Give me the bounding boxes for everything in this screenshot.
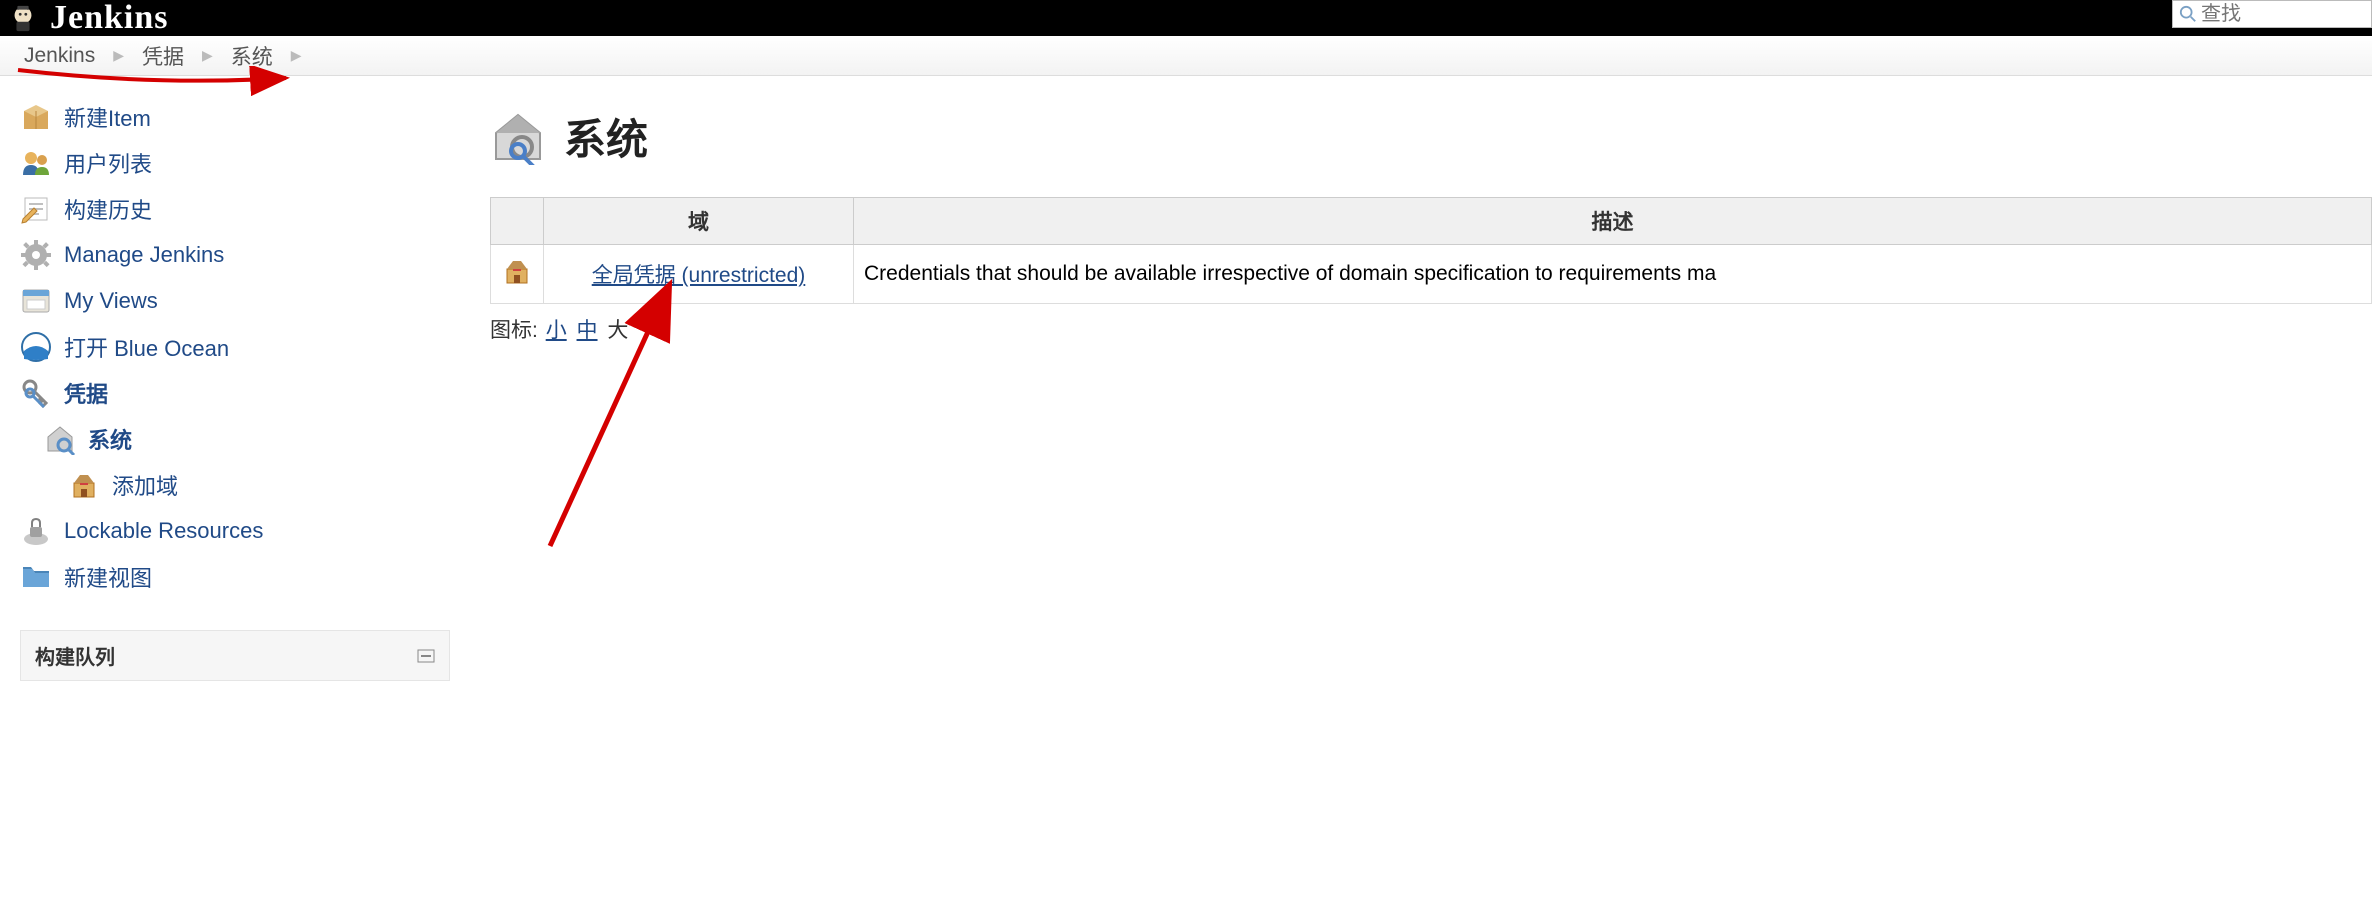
build-queue-header[interactable]: 构建队列 (20, 630, 450, 681)
chevron-right-icon: ▶ (99, 47, 138, 64)
system-icon (44, 423, 76, 455)
col-description: 描述 (854, 198, 2372, 245)
body: 新建Item 用户列表 构建历史 (0, 76, 2372, 681)
icon-size-medium[interactable]: 中 (577, 319, 598, 342)
domain-table: 域 描述 全局凭据 (unrestricted) (490, 197, 2372, 304)
col-domain: 域 (544, 198, 854, 245)
window-icon (20, 285, 52, 317)
sidebar-item-credentials[interactable]: 凭据 (20, 370, 460, 416)
breadcrumb-system[interactable]: 系统 (227, 41, 277, 71)
system-icon (490, 109, 546, 165)
gear-icon (20, 239, 52, 271)
sidebar-item-add-domain[interactable]: 添加域 (20, 462, 460, 508)
breadcrumb: Jenkins ▶ 凭据 ▶ 系统 ▶ (0, 36, 2372, 76)
sidebar-item-build-history[interactable]: 构建历史 (20, 186, 460, 232)
row-icon-cell (491, 245, 544, 304)
chevron-right-icon: ▶ (277, 47, 316, 64)
notepad-icon (20, 193, 52, 225)
sidebar: 新建Item 用户列表 构建历史 (0, 76, 460, 681)
page-title: 系统 (564, 106, 648, 167)
icon-size-small[interactable]: 小 (546, 319, 567, 342)
sidebar-item-lockable[interactable]: Lockable Resources (20, 508, 460, 554)
icon-size-label: 图标: (490, 319, 538, 342)
sidebar-item-label: Manage Jenkins (64, 242, 224, 268)
sidebar-item-system[interactable]: 系统 (20, 416, 460, 462)
sidebar-item-label: 新建Item (64, 101, 151, 133)
col-icon (491, 198, 544, 245)
search-icon (2179, 5, 2197, 23)
main-panel: 系统 域 描述 (460, 76, 2372, 681)
sidebar-item-label: 系统 (88, 423, 132, 455)
sidebar-item-blueocean[interactable]: 打开 Blue Ocean (20, 324, 460, 370)
sidebar-item-manage[interactable]: Manage Jenkins (20, 232, 460, 278)
breadcrumb-credentials[interactable]: 凭据 (138, 41, 188, 71)
sidebar-item-label: Lockable Resources (64, 518, 263, 544)
table-header-row: 域 描述 (491, 198, 2372, 245)
sidebar-item-myviews[interactable]: My Views (20, 278, 460, 324)
sidebar-item-people[interactable]: 用户列表 (20, 140, 460, 186)
sidebar-item-label: 凭据 (64, 377, 108, 409)
search-box[interactable] (2172, 0, 2372, 28)
breadcrumb-jenkins[interactable]: Jenkins (20, 44, 99, 68)
sidebar-item-label: My Views (64, 288, 158, 314)
sidebar-item-new[interactable]: 新建Item (20, 94, 460, 140)
chevron-right-icon: ▶ (188, 47, 227, 64)
collapse-icon (417, 649, 435, 663)
package-icon (20, 101, 52, 133)
keys-icon (20, 377, 52, 409)
domain-icon (501, 255, 533, 287)
top-bar: Jenkins (0, 0, 2372, 36)
build-queue-title: 构建队列 (35, 641, 115, 670)
jenkins-logo-icon (8, 3, 38, 33)
page-head: 系统 (490, 106, 2372, 167)
global-credentials-link[interactable]: 全局凭据 (unrestricted) (592, 264, 806, 287)
logo[interactable]: Jenkins (8, 0, 169, 37)
logo-text: Jenkins (50, 0, 169, 37)
table-row: 全局凭据 (unrestricted) Credentials that sho… (491, 245, 2372, 304)
domain-icon (68, 469, 100, 501)
search-input[interactable] (2201, 3, 2351, 26)
row-description-cell: Credentials that should be available irr… (854, 245, 2372, 304)
row-domain-cell: 全局凭据 (unrestricted) (544, 245, 854, 304)
users-icon (20, 147, 52, 179)
sidebar-item-label: 构建历史 (64, 193, 152, 225)
sidebar-item-label: 添加域 (112, 469, 178, 501)
blueocean-icon (20, 331, 52, 363)
folder-icon (20, 561, 52, 593)
icon-size-large: 大 (607, 319, 628, 342)
sidebar-item-label: 新建视图 (64, 561, 152, 593)
sidebar-item-label: 用户列表 (64, 147, 152, 179)
sidebar-item-newview[interactable]: 新建视图 (20, 554, 460, 600)
icon-size-row: 图标: 小 中 大 (490, 314, 2372, 344)
sidebar-item-label: 打开 Blue Ocean (64, 331, 229, 363)
lock-icon (20, 515, 52, 547)
